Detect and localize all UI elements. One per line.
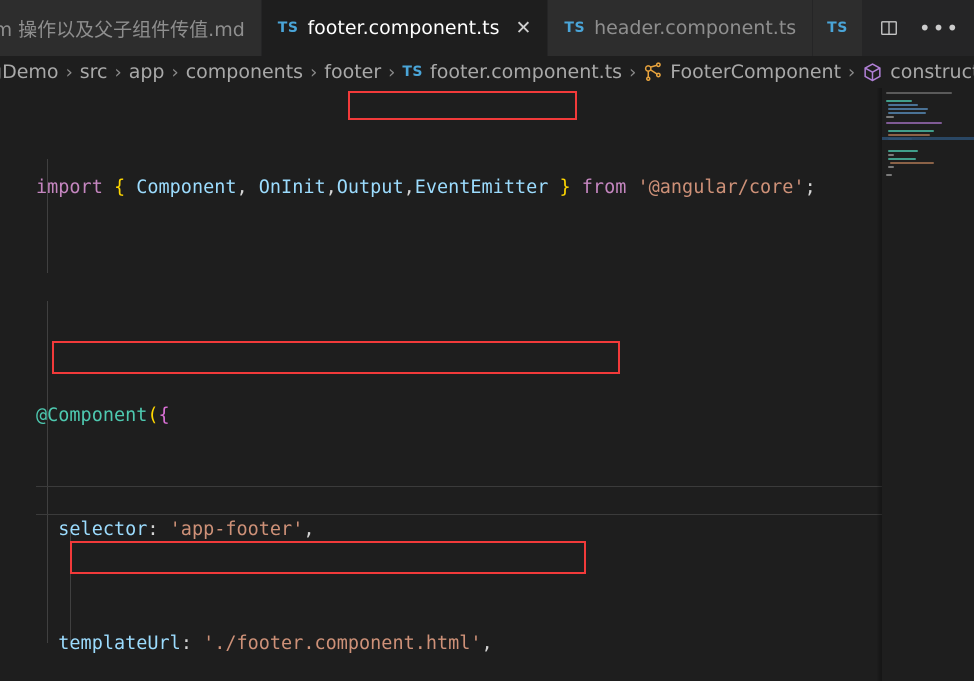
typescript-file-icon: TS <box>564 20 586 36</box>
method-symbol-icon <box>862 62 883 83</box>
breadcrumb-separator: › <box>65 61 73 83</box>
code-line: templateUrl: './footer.component.html', <box>58 632 493 654</box>
code-line: @Component({ <box>36 404 170 426</box>
breadcrumb-label: components <box>185 61 304 83</box>
breadcrumb-item-constructor[interactable]: constructo <box>862 61 974 83</box>
editor-scroll-shadow <box>876 88 882 681</box>
class-symbol-icon <box>643 62 663 82</box>
close-icon[interactable]: ✕ <box>516 18 532 38</box>
code-line: import { Component, OnInit,Output,EventE… <box>36 176 816 198</box>
tab-header-component-ts[interactable]: TS header.component.ts <box>548 0 814 56</box>
code-editor[interactable]: import { Component, OnInit,Output,EventE… <box>0 88 974 681</box>
breadcrumb-item-components[interactable]: components <box>186 61 303 83</box>
breadcrumb-item-src[interactable]: src <box>80 61 108 83</box>
editor-tab-bar: om 操作以及父子组件传值.md TS footer.component.ts … <box>0 0 974 56</box>
breadcrumb-item-class[interactable]: FooterComponent <box>643 61 841 83</box>
breadcrumb-item-footer[interactable]: footer <box>324 61 381 83</box>
more-actions-icon[interactable]: ••• <box>919 18 960 38</box>
tab-markdown-file[interactable]: om 操作以及父子组件传值.md <box>0 0 262 56</box>
typescript-file-icon: TS <box>277 20 299 36</box>
breadcrumb-separator: › <box>171 61 179 83</box>
breadcrumb-item-file[interactable]: TS footer.component.ts <box>402 61 622 83</box>
tab-footer-component-ts[interactable]: TS footer.component.ts ✕ <box>261 0 549 56</box>
typescript-file-icon: TS <box>402 64 424 80</box>
breadcrumb-item-app[interactable]: app <box>129 61 165 83</box>
breadcrumb-label: footer <box>324 61 382 83</box>
breadcrumb-label: src <box>79 61 108 83</box>
split-editor-icon[interactable] <box>879 18 899 38</box>
breadcrumb-separator: › <box>848 61 856 83</box>
tab-overflow-partial[interactable]: TS <box>813 0 863 56</box>
tab-label: footer.component.ts <box>307 17 500 39</box>
tab-label: om 操作以及父子组件传值.md <box>0 18 245 41</box>
breadcrumb-separator: › <box>310 61 318 83</box>
code-content: import { Component, OnInit,Output,EventE… <box>0 88 816 681</box>
breadcrumb-label: app <box>128 61 165 83</box>
breadcrumb-label: ngDemo <box>0 61 59 83</box>
tab-label: header.component.ts <box>594 17 797 39</box>
breadcrumb-separator: › <box>114 61 122 83</box>
breadcrumb-label: constructo <box>890 61 974 83</box>
breadcrumb-label: FooterComponent <box>670 61 842 83</box>
breadcrumb: ngDemo › src › app › components › footer… <box>0 56 974 88</box>
breadcrumb-separator: › <box>388 61 396 83</box>
breadcrumb-item-ngdemo[interactable]: ngDemo <box>0 61 59 83</box>
minimap[interactable] <box>882 88 974 681</box>
code-line: selector: 'app-footer', <box>58 518 315 540</box>
breadcrumb-label: footer.component.ts <box>430 61 623 83</box>
vscode-window: om 操作以及父子组件传值.md TS footer.component.ts … <box>0 0 974 681</box>
breadcrumb-separator: › <box>629 61 637 83</box>
typescript-file-icon: TS <box>827 20 848 36</box>
editor-actions: ••• <box>862 0 974 56</box>
